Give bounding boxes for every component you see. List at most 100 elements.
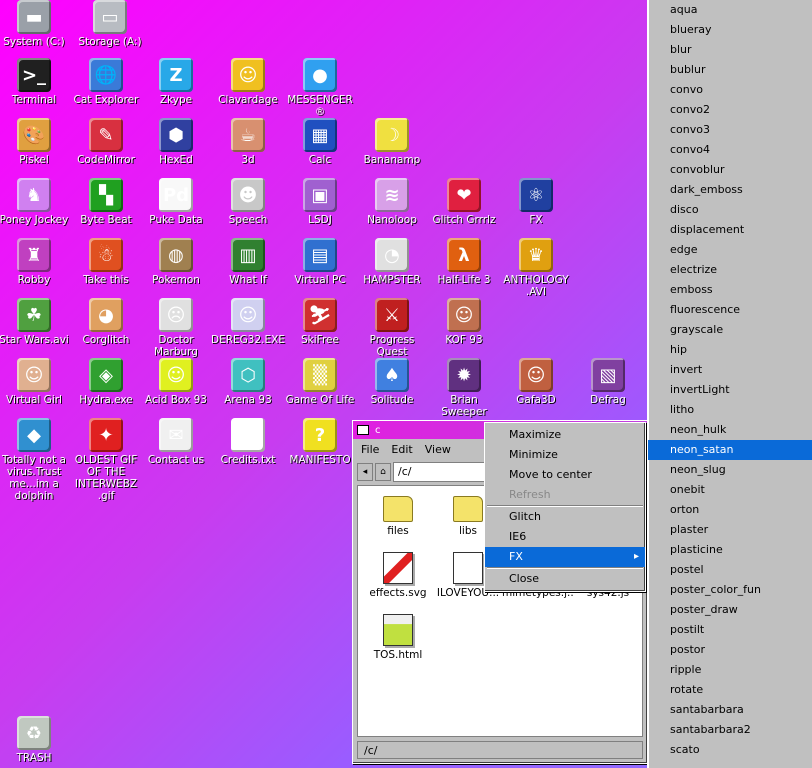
fx-item[interactable]: convo2 <box>648 100 812 120</box>
menu-edit[interactable]: Edit <box>391 443 412 456</box>
desktop-icon[interactable]: ▚ Byte Beat <box>72 178 140 226</box>
context-menu-item-ie6[interactable]: IE6 <box>485 527 645 547</box>
desktop-icon[interactable]: ♞ Poney Jockey <box>0 178 68 226</box>
desktop-icon[interactable]: ☹ Doctor Marburg <box>142 298 210 358</box>
desktop-icon[interactable]: ▥ What If <box>214 238 282 286</box>
home-icon[interactable]: ⌂ <box>375 463 391 481</box>
fx-item[interactable]: fluorescence <box>648 300 812 320</box>
fx-item[interactable]: postor <box>648 640 812 660</box>
context-menu-item-fx[interactable]: FX <box>485 547 645 567</box>
desktop-icon[interactable]: Pd Puke Data <box>142 178 210 226</box>
fx-item[interactable]: plasticine <box>648 540 812 560</box>
desktop-icon[interactable]: ☺ Virtual Girl <box>0 358 68 406</box>
desktop-icon[interactable]: ✦ OLDEST GIF OF THE INTERWEBZ .gif <box>72 418 140 502</box>
desktop-icon[interactable]: ⚔ Progress Quest <box>358 298 426 358</box>
context-menu-item-maximize[interactable]: Maximize <box>485 425 645 445</box>
fx-item[interactable]: postilt <box>648 620 812 640</box>
file-item[interactable]: files <box>362 490 434 537</box>
fx-item[interactable]: disco <box>648 200 812 220</box>
desktop-icon[interactable]: 🌐 Cat Explorer <box>72 58 140 106</box>
fx-item[interactable]: rotate <box>648 680 812 700</box>
desktop-icon[interactable]: ☺ Gafa3D <box>502 358 570 406</box>
desktop-icon[interactable]: ⛷ SkiFree <box>286 298 354 346</box>
fx-item[interactable]: litho <box>648 400 812 420</box>
desktop-icon[interactable]: ≣ Credits.txt <box>214 418 282 466</box>
desktop-icon[interactable]: >_ Terminal <box>0 58 68 106</box>
desktop-icon[interactable]: ◕ Corglitch <box>72 298 140 346</box>
desktop-icon[interactable]: ☺ KOF 93 <box>430 298 498 346</box>
fx-item[interactable]: convo3 <box>648 120 812 140</box>
desktop-icon[interactable]: ▒ Game Of Life <box>286 358 354 406</box>
desktop-icon[interactable]: 🎨 Piskel <box>0 118 68 166</box>
fx-item[interactable]: grayscale <box>648 320 812 340</box>
desktop-icon[interactable]: ▭ Storage (A:) <box>76 0 144 48</box>
file-item[interactable]: effects.svg <box>362 552 434 599</box>
fx-item[interactable]: neon_hulk <box>648 420 812 440</box>
context-menu-item-minimize[interactable]: Minimize <box>485 445 645 465</box>
desktop-icon[interactable]: ▧ Defrag <box>574 358 642 406</box>
fx-item[interactable]: convo <box>648 80 812 100</box>
desktop-icon[interactable]: ? MANIFESTO <box>286 418 354 466</box>
back-arrow-icon[interactable]: ◂ <box>357 463 373 481</box>
desktop-icon[interactable]: ⬢ HexEd <box>142 118 210 166</box>
desktop-icon[interactable]: λ Half-Life 3 <box>430 238 498 286</box>
fx-item[interactable]: scato <box>648 740 812 760</box>
desktop-icon[interactable]: ☺ DEREG32.EXE <box>211 298 285 346</box>
fx-item[interactable]: poster_color_fun <box>648 580 812 600</box>
context-menu-item-close[interactable]: Close <box>485 569 645 589</box>
fx-item[interactable]: displacement <box>648 220 812 240</box>
desktop-icon[interactable]: ❤ Glitch Grrrlz <box>430 178 498 226</box>
fx-item[interactable]: hip <box>648 340 812 360</box>
fx-item[interactable]: convo4 <box>648 140 812 160</box>
desktop-icon[interactable]: ▬ System (C:) <box>0 0 68 48</box>
desktop-icon[interactable]: ◔ HAMPSTER <box>358 238 426 286</box>
fx-item[interactable]: dark_emboss <box>648 180 812 200</box>
menu-view[interactable]: View <box>425 443 451 456</box>
desktop-icon[interactable]: ♜ Robby <box>0 238 68 286</box>
desktop-icon[interactable]: ♠ Solitude <box>358 358 426 406</box>
desktop-icon[interactable]: ◈ Hydra.exe <box>72 358 140 406</box>
fx-item[interactable]: neon_slug <box>648 460 812 480</box>
desktop-icon[interactable]: ≋ Nanoloop <box>358 178 426 226</box>
context-menu-item-glitch[interactable]: Glitch <box>485 507 645 527</box>
desktop-icon[interactable]: ☘ Star Wars.avi <box>0 298 69 346</box>
fx-item[interactable]: invert <box>648 360 812 380</box>
file-item[interactable]: TOS.html <box>362 614 434 661</box>
desktop-icon[interactable]: ☺ Acid Box 93 <box>142 358 210 406</box>
fx-item[interactable]: santabarbara <box>648 700 812 720</box>
desktop-icon[interactable]: ▣ LSDJ <box>286 178 354 226</box>
fx-item[interactable]: blur <box>648 40 812 60</box>
fx-item[interactable]: bublur <box>648 60 812 80</box>
desktop-icon[interactable]: ● MESSENGER ® <box>286 58 354 118</box>
fx-item[interactable]: neon_satan <box>648 440 812 460</box>
context-menu-item-move-to-center[interactable]: Move to center <box>485 465 645 485</box>
menu-file[interactable]: File <box>361 443 379 456</box>
desktop-icon[interactable]: Z Zkype <box>142 58 210 106</box>
fx-item[interactable]: onebit <box>648 480 812 500</box>
fx-item[interactable]: postel <box>648 560 812 580</box>
fx-item[interactable]: electrize <box>648 260 812 280</box>
desktop-icon[interactable]: ✹ Brian Sweeper <box>430 358 498 418</box>
fx-item[interactable]: plaster <box>648 520 812 540</box>
desktop-icon[interactable]: ✎ CodeMirror <box>72 118 140 166</box>
fx-item[interactable]: invertLight <box>648 380 812 400</box>
desktop-icon[interactable]: ◍ Pokemon <box>142 238 210 286</box>
desktop-icon[interactable]: ▦ Calc <box>286 118 354 166</box>
desktop-icon[interactable]: ⬡ Arena 93 <box>214 358 282 406</box>
desktop-icon[interactable]: ♻ TRASH <box>0 716 68 764</box>
desktop-icon[interactable]: ☺ Clavardage <box>214 58 282 106</box>
fx-item[interactable]: convoblur <box>648 160 812 180</box>
desktop-icon[interactable]: ♛ ANTHOLOGY .AVI <box>502 238 570 298</box>
fx-item[interactable]: orton <box>648 500 812 520</box>
fx-item[interactable]: edge <box>648 240 812 260</box>
fx-item[interactable]: santabarbara2 <box>648 720 812 740</box>
desktop-icon[interactable]: ☃ Take this <box>72 238 140 286</box>
desktop-icon[interactable]: ✉ Contact us <box>142 418 210 466</box>
desktop-icon[interactable]: ☽ Bananamp <box>358 118 426 166</box>
fx-item[interactable]: poster_draw <box>648 600 812 620</box>
fx-item[interactable]: blueray <box>648 20 812 40</box>
desktop-icon[interactable]: ☕ 3d <box>214 118 282 166</box>
fx-item[interactable]: emboss <box>648 280 812 300</box>
fx-item[interactable]: aqua <box>648 0 812 20</box>
desktop-icon[interactable]: ☻ Speech <box>214 178 282 226</box>
